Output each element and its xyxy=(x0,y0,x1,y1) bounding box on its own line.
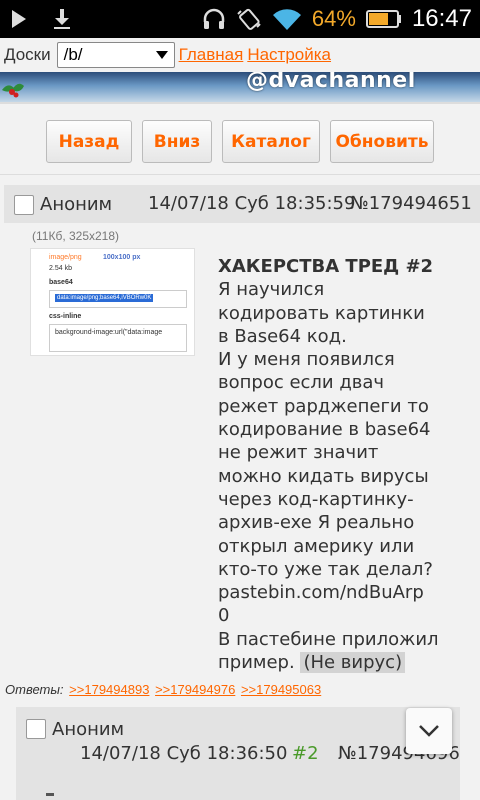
reply-post: Аноним 14/07/18 Суб 18:36:50 #2 №1794946… xyxy=(16,707,460,800)
scroll-down-button[interactable] xyxy=(406,708,452,754)
down-button[interactable]: Вниз xyxy=(142,120,212,163)
back-button[interactable]: Назад xyxy=(46,120,132,163)
post-line: не режит значит xyxy=(218,442,379,464)
thumb-base64-value: data:image/png;base64,iVBORw0K xyxy=(55,294,154,302)
post-line: открыл америку или xyxy=(218,535,415,557)
post-checkbox[interactable] xyxy=(14,195,34,215)
reply-link[interactable]: >>179494976 xyxy=(155,682,235,697)
headphones-icon xyxy=(203,8,225,29)
battery-percent: 64% xyxy=(311,6,356,31)
battery-icon xyxy=(365,10,401,28)
replies: Ответы: >>179494893 >>179494976 >>179495… xyxy=(5,682,321,697)
post-line: вопрос если двач xyxy=(218,372,385,394)
refresh-button[interactable]: Обновить xyxy=(330,120,434,163)
thumb-base64-field: data:image/png;base64,iVBORw0K xyxy=(49,290,187,308)
post-line: В пастебине приложил xyxy=(218,628,439,650)
replies-label: Ответы: xyxy=(5,682,64,697)
post-date: 14/07/18 Суб 18:36:50 xyxy=(80,743,288,764)
spoiler[interactable]: (Не вирус) xyxy=(300,652,406,674)
post-image-thumbnail[interactable]: image/png 100x100 px 2.54 kb base64 data… xyxy=(30,248,195,356)
file-info[interactable]: (11Кб, 325x218) xyxy=(32,229,119,243)
post-link-line: 0 xyxy=(218,605,230,627)
boards-label: Доски xyxy=(4,45,51,64)
banner-text: @dvachannel xyxy=(246,72,416,93)
reply-link[interactable]: >>179494893 xyxy=(69,682,149,697)
thumb-mime: image/png xyxy=(49,254,82,261)
post-line: И у меня появился xyxy=(218,349,395,371)
holly-icon xyxy=(2,83,24,98)
wifi-icon xyxy=(272,9,301,30)
post-line: Я научился xyxy=(218,279,325,301)
vibrate-icon xyxy=(237,8,261,30)
post-checkbox[interactable] xyxy=(26,719,46,739)
thumb-size: 100x100 px xyxy=(103,254,141,261)
board-select[interactable]: /b/ xyxy=(56,42,175,68)
post-line: кодирование в base64 xyxy=(218,419,431,441)
board-select-value: /b/ xyxy=(63,45,83,64)
banner-divider xyxy=(0,102,480,104)
post-last-line: пример. (Не вирус) xyxy=(218,651,476,674)
thumb-css-label: css-inline xyxy=(49,313,82,320)
post-line: через код-картинку- xyxy=(218,488,414,510)
post-subject: ХАКЕРСТВА ТРЕД #2 xyxy=(218,256,434,277)
post-line: кодировать картинки xyxy=(218,302,425,324)
download-icon xyxy=(54,9,70,29)
reply-link[interactable]: >>179495063 xyxy=(241,682,321,697)
post-number[interactable]: №179494651 xyxy=(350,193,472,214)
chevron-down-icon xyxy=(419,725,439,737)
thread-nav: Назад Вниз Каталог Обновить xyxy=(0,120,480,163)
thumb-base64-label: base64 xyxy=(49,279,73,286)
clock: 16:47 xyxy=(411,5,472,32)
op-post-header: Аноним 14/07/18 Суб 18:35:59 №179494651 xyxy=(4,185,480,223)
main-link[interactable]: Главная xyxy=(179,45,244,65)
post-text-fragment xyxy=(46,793,54,796)
post-line: архив-exe Я реально xyxy=(218,512,415,534)
play-icon xyxy=(12,10,26,28)
banner[interactable]: @dvachannel xyxy=(0,72,480,102)
poster-name: Аноним xyxy=(52,719,125,740)
top-nav: Доски /b/ Главная Настройка xyxy=(0,38,480,72)
divider xyxy=(0,174,480,175)
thumb-css-field: background-image:url("data:image xyxy=(49,324,187,352)
catalog-button[interactable]: Каталог xyxy=(222,120,320,163)
post-line: можно кидать вирусы xyxy=(218,465,429,487)
thumb-kb: 2.54 kb xyxy=(49,265,72,272)
post-index: #2 xyxy=(292,743,319,764)
post-line: в Base64 код. xyxy=(218,325,347,347)
status-bar: 64% 16:47 xyxy=(0,0,480,38)
poster-name: Аноним xyxy=(40,194,113,215)
settings-link[interactable]: Настройка xyxy=(247,45,331,65)
post-line: режет рарджепеги то xyxy=(218,395,429,417)
post-body: ХАКЕРСТВА ТРЕД #2 Я научился кодировать … xyxy=(218,255,476,674)
chevron-down-icon xyxy=(155,51,168,59)
post-line-text: пример. xyxy=(218,652,295,674)
post-date: 14/07/18 Суб 18:35:59 xyxy=(148,193,356,214)
post-line: кто-то уже так делал? xyxy=(218,558,433,580)
post-link-line: pastebin.com/ndBuArp xyxy=(218,582,424,604)
